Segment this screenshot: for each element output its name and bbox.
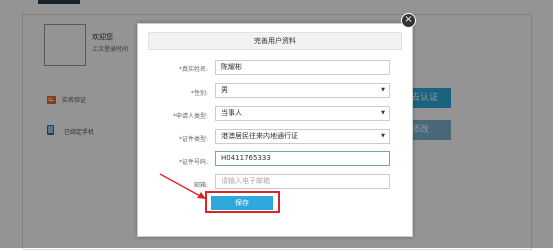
annotation-arrow-icon: [159, 173, 206, 199]
